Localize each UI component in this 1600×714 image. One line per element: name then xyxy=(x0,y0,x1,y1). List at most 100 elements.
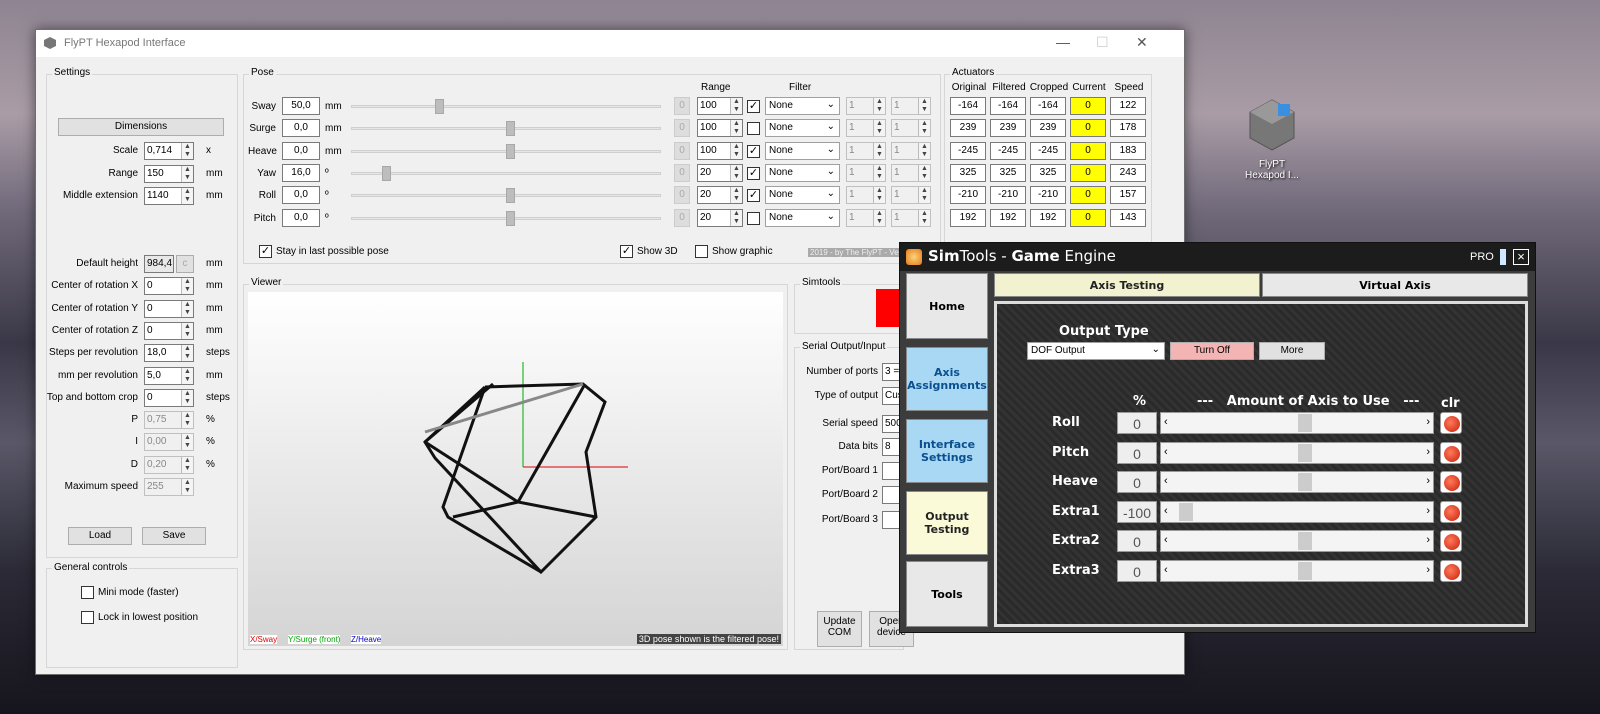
mini-mode-checkbox[interactable] xyxy=(81,586,94,599)
slider-right-icon[interactable]: › xyxy=(1426,475,1430,487)
range-input[interactable]: 20 ▲ ▼ xyxy=(697,208,743,227)
pose-checkbox[interactable]: ✓ xyxy=(747,189,760,203)
pose-slider-thumb[interactable] xyxy=(506,188,515,204)
turn-off-button[interactable]: Turn Off xyxy=(1170,342,1254,360)
spin-arrows-icon[interactable]: ▲ ▼ xyxy=(730,187,742,204)
pose-slider-thumb[interactable] xyxy=(506,210,515,226)
clear-axis-icon[interactable] xyxy=(1440,530,1462,552)
spin-arrows-icon[interactable]: ▲ ▼ xyxy=(730,98,742,114)
slider-right-icon[interactable]: › xyxy=(1426,564,1430,576)
pose-value[interactable]: 0,0 xyxy=(282,141,320,160)
spin-arrows-icon[interactable]: ▲ ▼ xyxy=(181,278,193,295)
dimensions-button[interactable]: Dimensions xyxy=(58,118,224,136)
pose-slider-thumb[interactable] xyxy=(434,99,444,114)
pose-checkbox[interactable]: ✓ xyxy=(747,144,760,158)
save-button[interactable]: Save xyxy=(142,527,206,545)
spin-arrows-icon[interactable]: ▲ ▼ xyxy=(181,345,193,362)
axis-slider[interactable]: ‹ › xyxy=(1160,530,1434,552)
spin-arrows-icon[interactable]: ▲ ▼ xyxy=(181,188,193,204)
pose-value[interactable]: 0,0 xyxy=(282,119,320,138)
stay-checkbox[interactable]: ✓ xyxy=(259,245,272,258)
pose-slider-thumb[interactable] xyxy=(506,143,515,159)
nav-tools[interactable]: Tools xyxy=(906,561,988,627)
filter-select[interactable]: None ⌄ xyxy=(765,97,840,115)
slider-right-icon[interactable]: › xyxy=(1426,446,1430,458)
spin-arrows-icon[interactable]: ▲ ▼ xyxy=(730,164,742,181)
nav-axis-assignments[interactable]: Axis Assignments xyxy=(906,347,988,411)
spin-arrows-icon[interactable]: ▲ ▼ xyxy=(181,479,193,495)
range-input[interactable]: 100 ▲ ▼ xyxy=(697,141,743,160)
slider-thumb[interactable] xyxy=(1298,414,1312,432)
pose-checkbox[interactable] xyxy=(747,211,760,225)
filter-select[interactable]: None ⌄ xyxy=(765,186,840,205)
pose-value[interactable]: 16,0 xyxy=(282,163,320,182)
range-input[interactable]: 20 ▲ ▼ xyxy=(697,163,743,182)
clear-axis-icon[interactable] xyxy=(1440,500,1462,523)
setting-input[interactable]: 0 ▲ ▼ xyxy=(144,277,194,296)
slider-left-icon[interactable]: ‹ xyxy=(1164,534,1168,546)
spin-arrows-icon[interactable]: ▲ ▼ xyxy=(181,389,193,406)
spin-arrows-icon[interactable]: ▲ ▼ xyxy=(730,120,742,137)
filter-select[interactable]: None ⌄ xyxy=(765,163,840,182)
setting-input[interactable]: 150 ▲ ▼ xyxy=(144,164,194,183)
pose-slider[interactable] xyxy=(351,105,661,108)
minimize-icon[interactable]: — xyxy=(1056,34,1070,50)
axis-slider[interactable]: ‹ › xyxy=(1160,500,1434,523)
filter-select[interactable]: None ⌄ xyxy=(765,208,840,227)
spin-arrows-icon[interactable]: ▲ ▼ xyxy=(730,142,742,159)
slider-right-icon[interactable]: › xyxy=(1426,416,1430,428)
range-input[interactable]: 100 ▲ ▼ xyxy=(697,97,743,115)
simtools-close-icon[interactable]: × xyxy=(1513,249,1529,265)
maximize-icon[interactable]: ☐ xyxy=(1096,34,1109,51)
pose-checkbox[interactable]: ✓ xyxy=(747,100,760,113)
axis-slider[interactable]: ‹ › xyxy=(1160,471,1434,493)
setting-input[interactable]: 0,714 ▲ ▼ xyxy=(144,142,194,160)
clear-axis-icon[interactable] xyxy=(1440,441,1462,464)
more-button[interactable]: More xyxy=(1259,342,1325,360)
showgraphic-checkbox[interactable] xyxy=(695,245,708,258)
filter-select[interactable]: None ⌄ xyxy=(765,119,840,138)
update-com-button[interactable]: Update COM xyxy=(817,611,862,647)
pose-value[interactable]: 50,0 xyxy=(282,97,320,115)
slider-left-icon[interactable]: ‹ xyxy=(1164,505,1168,517)
axis-slider[interactable]: ‹ › xyxy=(1160,412,1434,434)
spin-arrows-icon[interactable]: ▲ ▼ xyxy=(181,165,193,182)
setting-input[interactable]: 984,4 xyxy=(144,255,174,273)
spin-arrows-icon[interactable]: ▲ ▼ xyxy=(181,456,193,473)
slider-thumb[interactable] xyxy=(1298,443,1312,462)
range-input[interactable]: 100 ▲ ▼ xyxy=(697,119,743,138)
slider-thumb[interactable] xyxy=(1298,473,1312,491)
axis-slider[interactable]: ‹ › xyxy=(1160,559,1434,582)
slider-left-icon[interactable]: ‹ xyxy=(1164,416,1168,428)
slider-right-icon[interactable]: › xyxy=(1426,534,1430,546)
viewer-canvas[interactable]: X/Sway Y/Surge (front) Z/Heave 3D pose s… xyxy=(248,292,783,646)
clear-axis-icon[interactable] xyxy=(1440,559,1462,582)
pose-checkbox[interactable] xyxy=(747,122,760,136)
dof-output-select[interactable]: DOF Output ⌄ xyxy=(1027,342,1165,360)
pose-slider-thumb[interactable] xyxy=(382,165,391,181)
slider-left-icon[interactable]: ‹ xyxy=(1164,446,1168,458)
pose-slider[interactable] xyxy=(351,171,661,175)
spin-arrows-icon[interactable]: ▲ ▼ xyxy=(181,300,193,317)
pose-value[interactable]: 0,0 xyxy=(282,208,320,227)
setting-input[interactable]: 5,0 ▲ ▼ xyxy=(144,366,194,385)
nav-home[interactable]: Home xyxy=(906,273,988,339)
lock-lowest-checkbox[interactable] xyxy=(81,611,94,624)
slider-thumb[interactable] xyxy=(1298,532,1312,550)
slider-thumb[interactable] xyxy=(1179,502,1193,521)
slider-left-icon[interactable]: ‹ xyxy=(1164,475,1168,487)
pose-slider-thumb[interactable] xyxy=(506,121,515,137)
spin-arrows-icon[interactable]: ▲ ▼ xyxy=(181,322,193,339)
setting-input[interactable]: 0 ▲ ▼ xyxy=(144,299,194,318)
clear-axis-icon[interactable] xyxy=(1440,471,1462,493)
spin-arrows-icon[interactable]: ▲ ▼ xyxy=(181,412,193,429)
setting-input[interactable]: 0 ▲ ▼ xyxy=(144,388,194,407)
show3d-checkbox[interactable]: ✓ xyxy=(620,245,633,258)
desktop-icon-flypt[interactable]: FlyPT Hexapod I... xyxy=(1232,96,1312,186)
axis-slider[interactable]: ‹ › xyxy=(1160,441,1434,464)
nav-output-testing[interactable]: Output Testing xyxy=(906,491,988,555)
tab-axis-testing[interactable]: Axis Testing xyxy=(994,273,1260,297)
slider-right-icon[interactable]: › xyxy=(1426,505,1430,517)
spin-arrows-icon[interactable]: ▲ ▼ xyxy=(181,143,193,159)
close-icon[interactable]: ✕ xyxy=(1136,34,1148,51)
